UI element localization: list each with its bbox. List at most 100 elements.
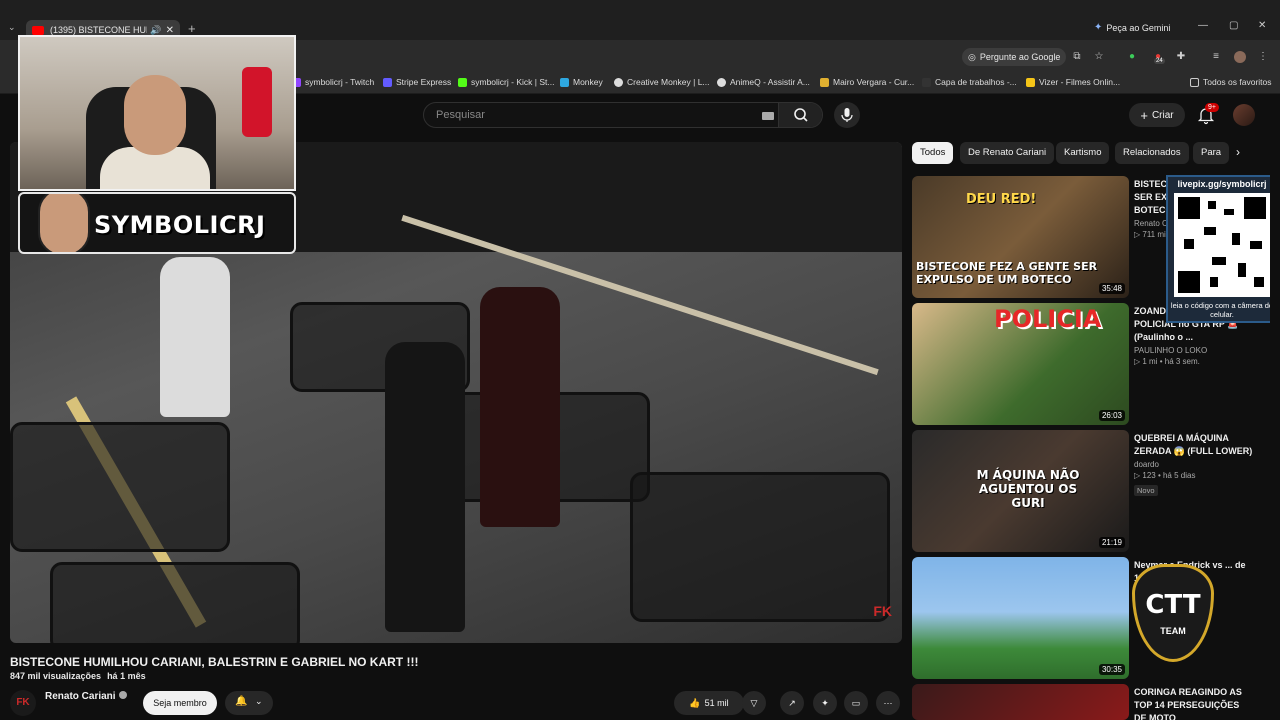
- upload-age: há 3 sem.: [1164, 357, 1200, 366]
- voice-search-button[interactable]: [834, 102, 860, 128]
- gemini-button[interactable]: ✦ Peça ao Gemini: [1094, 22, 1170, 33]
- webcam-overlay: [18, 35, 296, 191]
- recommendation-thumbnail[interactable]: M ÁQUINA NÃO AGUENTOU OS GURI 21:19: [912, 430, 1129, 552]
- thumbs-up-icon: 👍: [689, 697, 701, 708]
- kart: [10, 422, 230, 552]
- gemini-icon: ✦: [1094, 22, 1103, 33]
- bookmark-item[interactable]: Creative Monkey | L...: [614, 77, 710, 87]
- extensions-puzzle-icon[interactable]: ✚: [1175, 51, 1187, 63]
- bookmark-item[interactable]: Capa de trabalhos -...: [922, 77, 1017, 87]
- thumb-text: BISTECONE FEZ A GENTE SER EXPULSO DE UM …: [916, 260, 1098, 286]
- chip-from-channel[interactable]: De Renato Cariani: [960, 142, 1055, 164]
- recommendation-thumbnail[interactable]: 30:35: [912, 557, 1129, 679]
- dislike-button[interactable]: ▽: [742, 691, 766, 715]
- install-app-icon[interactable]: ⧉: [1071, 51, 1083, 63]
- course-icon: [820, 77, 829, 87]
- team-logo-overlay: CTT TEAM: [1126, 560, 1220, 666]
- bookmark-item[interactable]: Stripe Express: [383, 77, 451, 87]
- streamer-cartoon-avatar: [38, 194, 90, 252]
- join-button[interactable]: Seja membro: [143, 691, 217, 715]
- search-input[interactable]: Pesquisar: [436, 109, 485, 121]
- chip-for-you[interactable]: Para: [1193, 142, 1230, 164]
- bookmark-label: Creative Monkey | L...: [627, 77, 710, 87]
- view-count: 1 mi: [1142, 357, 1158, 366]
- streamer-face: [124, 75, 186, 155]
- recommendation-thumbnail[interactable]: DEU RED! BISTECONE FEZ A GENTE SER EXPUL…: [912, 176, 1129, 298]
- stripe-icon: [383, 77, 392, 87]
- chip-karting[interactable]: Kartismo: [1056, 142, 1110, 164]
- microphone-prop: [242, 67, 272, 137]
- close-tab-icon[interactable]: ✕: [166, 25, 174, 36]
- subscribed-button[interactable]: 🔔 ⌄: [225, 691, 273, 715]
- new-tab-button[interactable]: +: [188, 21, 196, 36]
- minimize-icon[interactable]: —: [1198, 20, 1208, 31]
- filter-chips: Todos De Renato Cariani Kartismo Relacio…: [912, 142, 1258, 164]
- recommendation-thumbnail[interactable]: [912, 684, 1129, 720]
- recommendation-channel: PAULINHO O LOKO: [1134, 346, 1208, 355]
- channel-name-link[interactable]: Renato Cariani: [45, 691, 127, 702]
- ask-google-button[interactable]: ◎ Pergunte ao Google: [962, 48, 1067, 66]
- bookmark-item[interactable]: symbolicrj - Kick | St...: [458, 77, 554, 87]
- account-avatar[interactable]: [1233, 104, 1255, 126]
- chevron-right-icon[interactable]: ›: [1236, 145, 1240, 159]
- screen: ⌄ (1395) BISTECONE HUMILH 🔊 ✕ + ✦ Peça a…: [0, 0, 1280, 720]
- bookmark-star-icon[interactable]: ☆: [1093, 51, 1105, 63]
- bookmark-label: Monkey: [573, 77, 603, 87]
- all-favorites-folder[interactable]: Todos os favoritos: [1190, 77, 1272, 87]
- more-actions-button[interactable]: ⋯: [876, 691, 900, 715]
- youtube-favicon-icon: [32, 25, 44, 35]
- search-bar: Pesquisar: [423, 102, 823, 128]
- channel-watermark: FK: [873, 603, 892, 619]
- monkey-icon: [560, 77, 569, 87]
- chip-all[interactable]: Todos: [912, 142, 954, 164]
- upload-age: há 1 mês: [107, 671, 146, 681]
- bookmark-item[interactable]: symbolicrj - Twitch: [292, 77, 374, 87]
- tab-search-icon[interactable]: ⌄: [8, 22, 16, 33]
- profile-avatar-icon[interactable]: [1234, 51, 1246, 63]
- extension-green-icon[interactable]: ●: [1126, 51, 1138, 63]
- like-button[interactable]: 👍 51 mil: [674, 691, 744, 715]
- thumbs-down-icon: ▽: [750, 698, 758, 708]
- thumb-text: POLICIA: [994, 305, 1102, 333]
- person: [160, 257, 230, 417]
- duration-badge: 21:19: [1098, 537, 1125, 548]
- recommendation-item[interactable]: M ÁQUINA NÃO AGUENTOU OS GURI 21:19 QUEB…: [912, 430, 1270, 552]
- page-scrollbar[interactable]: [1270, 94, 1280, 720]
- thanks-button[interactable]: ✦: [813, 691, 837, 715]
- qr-caption: livepix.gg/symbolicrj: [1177, 179, 1267, 189]
- more-menu-icon[interactable]: ⋮: [1257, 51, 1269, 63]
- verified-icon: [118, 691, 127, 699]
- chevron-down-icon: ⌄: [255, 696, 263, 706]
- audio-icon[interactable]: 🔊: [150, 25, 161, 36]
- recommendation-item[interactable]: CORINGA REAGINDO AS TOP 14 PERSEGUIÇÕES …: [912, 684, 1270, 720]
- create-button[interactable]: + Criar: [1129, 103, 1185, 127]
- maximize-icon[interactable]: ▢: [1229, 20, 1238, 31]
- extension-badge: 24: [1154, 58, 1165, 64]
- search-button[interactable]: [778, 103, 822, 127]
- bookmark-item[interactable]: Vizer - Filmes Onlin...: [1026, 77, 1120, 87]
- thumb-text: M ÁQUINA NÃO AGUENTOU OS GURI: [976, 468, 1080, 510]
- share-button[interactable]: ↗: [780, 691, 804, 715]
- tab-title: (1395) BISTECONE HUMILH: [50, 25, 147, 35]
- more-icon: ⋯: [883, 698, 893, 708]
- chip-related[interactable]: Relacionados: [1115, 142, 1189, 164]
- recommendation-thumbnail[interactable]: POLICIA 26:03: [912, 303, 1129, 425]
- folder-icon: [1190, 77, 1199, 87]
- recommendation-views: ▷ 1 mi • há 3 sem.: [1134, 357, 1200, 366]
- share-icon: ↗: [788, 698, 796, 708]
- bookmark-item[interactable]: Monkey: [560, 77, 603, 87]
- bookmark-item[interactable]: Mairo Vergara - Cur...: [820, 77, 914, 87]
- bookmark-label: Capa de trabalhos -...: [935, 77, 1017, 87]
- close-window-icon[interactable]: ✕: [1258, 20, 1266, 31]
- bookmark-item[interactable]: AnimeQ - Assistir A...: [717, 77, 810, 87]
- thanks-icon: ✦: [821, 698, 829, 708]
- tab-manager-icon[interactable]: ≡: [1210, 51, 1222, 63]
- vizer-icon: [1026, 77, 1035, 87]
- kart: [50, 562, 300, 643]
- keyboard-icon[interactable]: [762, 112, 774, 120]
- qr-hint: leia o código com a câmera do celular.: [1170, 301, 1274, 319]
- create-label: Criar: [1151, 109, 1174, 121]
- save-button[interactable]: ▭: [844, 691, 868, 715]
- channel-avatar[interactable]: FK: [10, 690, 36, 716]
- plus-icon: +: [1140, 107, 1148, 123]
